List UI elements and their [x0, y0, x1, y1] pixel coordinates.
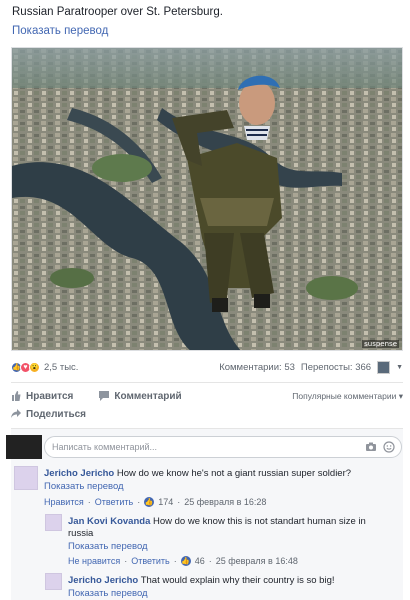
camera-icon[interactable]	[365, 441, 377, 453]
comment-button[interactable]: Комментарий	[99, 390, 182, 402]
thumbs-up-icon: 👍	[180, 556, 191, 566]
share-button-label: Поделиться	[26, 408, 87, 420]
share-button[interactable]: Поделиться	[11, 406, 86, 422]
comment-like-count[interactable]: 174	[158, 497, 173, 507]
comment-like-count[interactable]: 46	[195, 556, 205, 566]
comment-author[interactable]: Jericho Jericho	[44, 468, 114, 479]
emoji-icon[interactable]	[383, 441, 395, 453]
comment-like-link[interactable]: Не нравится	[68, 556, 120, 566]
comment-like-link[interactable]: Нравится	[44, 497, 84, 507]
chevron-down-icon: ▾	[398, 390, 403, 401]
comment-translate-link[interactable]: Показать перевод	[68, 588, 148, 599]
divider	[11, 382, 403, 383]
photo-watermark: suspense	[362, 340, 399, 348]
comment-timestamp[interactable]: 25 февраля в 16:28	[184, 497, 266, 507]
viewer-avatar	[377, 360, 391, 374]
comment-body: How do we know he's not a giant russian …	[116, 468, 352, 479]
commenter-avatar[interactable]	[14, 466, 38, 490]
divider	[11, 428, 403, 429]
like-button-label: Нравится	[26, 390, 74, 402]
post-stats-bar: 👍 ♥ 😮 2,5 тыс. Комментарии: 53 Перепосты…	[11, 357, 403, 377]
speech-bubble-icon	[99, 391, 110, 401]
thumbs-up-icon: 👍	[144, 497, 155, 507]
current-user-avatar	[6, 435, 42, 459]
wow-reaction-icon: 😮	[29, 361, 40, 373]
commenter-avatar[interactable]	[45, 514, 62, 531]
paratrooper-photo	[12, 48, 402, 350]
comment-body-continued: russia	[68, 528, 94, 539]
comment-body: How do we know this is not standart huma…	[153, 516, 366, 527]
comment-count[interactable]: Комментарии: 53	[219, 362, 295, 373]
chevron-down-icon[interactable]: ▼	[396, 364, 403, 371]
comment-translate-link[interactable]: Показать перевод	[68, 541, 148, 552]
comment-text: Jericho Jericho That would explain why t…	[68, 575, 335, 586]
comment-meta: Не нравится · Ответить · 👍 46 · 25 февра…	[68, 556, 298, 566]
comment-translate-link[interactable]: Показать перевод	[44, 481, 124, 492]
post-actions: Нравится Комментарий Популярные коммента…	[11, 388, 403, 404]
comment-author[interactable]: Jericho Jericho	[68, 575, 138, 586]
comment-meta: Нравится · Ответить · 👍 174 · 25 февраля…	[44, 497, 267, 507]
share-count[interactable]: Перепосты: 366	[301, 362, 371, 373]
thumbs-up-icon	[12, 391, 21, 401]
comment-text: Jan Kovi Kovanda How do we know this is …	[68, 516, 366, 527]
post-caption: Russian Paratrooper over St. Petersburg.	[12, 6, 223, 18]
comment-input[interactable]: Написать комментарий...	[44, 436, 402, 458]
comment-reply-link[interactable]: Ответить	[95, 497, 133, 507]
comment-text: Jericho Jericho How do we know he's not …	[44, 468, 351, 479]
comment-button-label: Комментарий	[114, 390, 182, 402]
show-translation-link[interactable]: Показать перевод	[12, 25, 108, 37]
comment-input-placeholder: Написать комментарий...	[52, 442, 158, 452]
comment-timestamp[interactable]: 25 февраля в 16:48	[216, 556, 298, 566]
post-photo[interactable]: suspense	[11, 47, 403, 351]
comment-sort-dropdown[interactable]: Популярные комментарии ▾	[292, 391, 403, 402]
like-button[interactable]: Нравится	[11, 391, 73, 402]
comment-reply-link[interactable]: Ответить	[131, 556, 169, 566]
comment-body: That would explain why their country is …	[140, 575, 335, 586]
share-arrow-icon	[11, 409, 21, 418]
reaction-count[interactable]: 2,5 тыс.	[44, 362, 78, 373]
commenter-avatar[interactable]	[45, 573, 62, 590]
comment-sort-label: Популярные комментарии	[292, 390, 397, 401]
comment-author[interactable]: Jan Kovi Kovanda	[68, 516, 150, 527]
